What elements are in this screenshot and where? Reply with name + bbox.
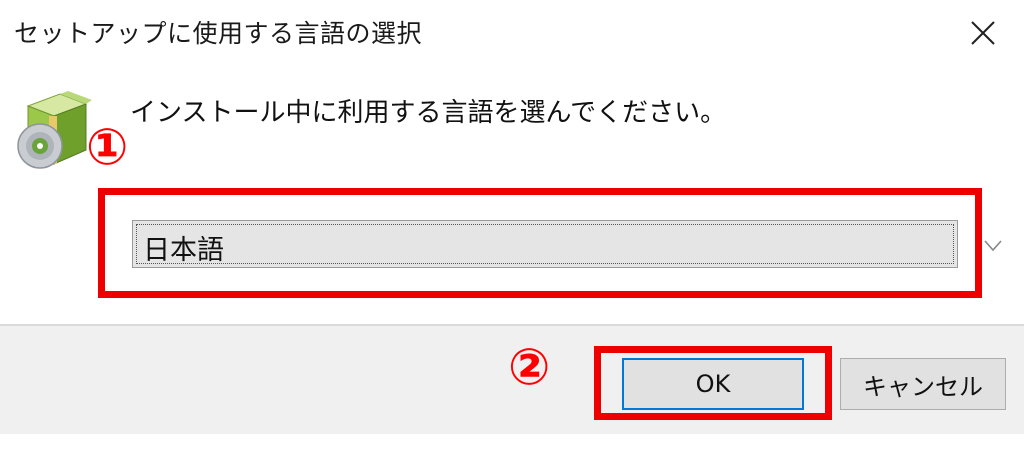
language-selection-dialog: セットアップに使用する言語の選択 インストール中に利用する言語を選んでください。…: [0, 0, 1024, 454]
dialog-title: セットアップに使用する言語の選択: [14, 19, 423, 48]
highlight-box-ok: [594, 346, 832, 420]
cancel-button[interactable]: キャンセル: [840, 358, 1006, 410]
highlight-box-language: [98, 188, 982, 298]
setup-package-icon: [17, 91, 92, 169]
close-button[interactable]: [958, 10, 1008, 56]
chevron-down-icon[interactable]: [982, 234, 1004, 256]
prompt-text: インストール中に利用する言語を選んでください。: [130, 98, 727, 128]
close-icon: [971, 21, 995, 45]
step-marker-2: ②: [508, 338, 551, 396]
step-marker-1: ①: [86, 118, 129, 176]
